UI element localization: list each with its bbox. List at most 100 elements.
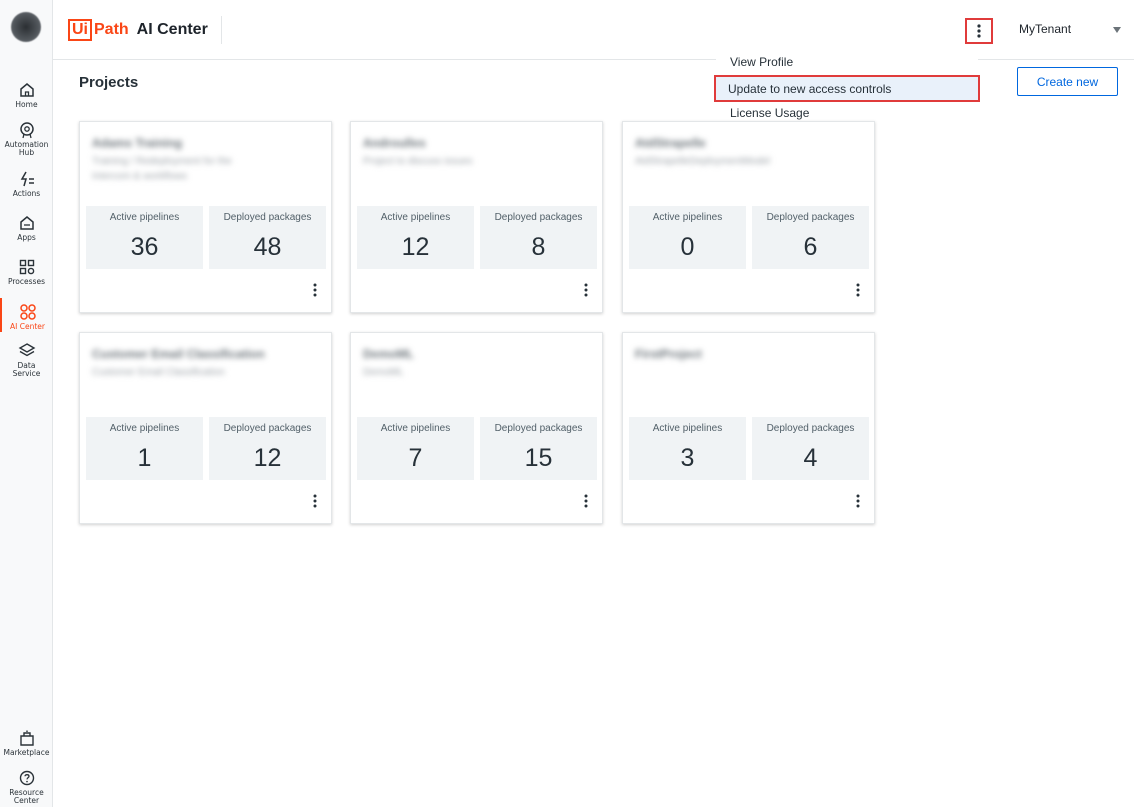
rail-item-home[interactable]: Home [0,81,53,109]
rail-item-actions[interactable]: Actions [0,170,53,198]
org-avatar[interactable] [11,12,41,42]
stat-label: Deployed packages [766,212,855,223]
project-card[interactable]: Adams Training Training / Redeployment f… [79,121,332,313]
more-options-menu: View Profile Update to new access contro… [714,50,980,126]
ai-center-icon [19,304,36,320]
rail-item-marketplace[interactable]: Marketplace [0,729,53,757]
project-description: Training / Redeployment for the Intercom… [92,156,232,182]
active-pipelines-stat: Active pipelines 7 [357,417,474,480]
deployed-packages-stat: Deployed packages 6 [752,206,869,269]
project-card[interactable]: Customer Email Classification Customer E… [79,332,332,524]
help-icon [19,770,34,786]
rail-item-ai-center[interactable]: AI Center [0,298,53,332]
tenant-selector[interactable]: MyTenant [1019,22,1071,36]
rail-label-processes: Processes [8,277,45,286]
card-menu-button[interactable] [578,491,594,511]
rail-label-apps: Apps [17,233,36,242]
active-pipelines-stat: Active pipelines 0 [629,206,746,269]
deployed-packages-stat: Deployed packages 12 [209,417,326,480]
stat-label: Deployed packages [494,423,583,434]
active-pipelines-stat: Active pipelines 12 [357,206,474,269]
rail-label-marketplace: Marketplace [3,748,50,757]
project-description: Project to discuss issues [363,156,473,167]
logo-path: Path [94,21,129,38]
marketplace-icon [19,730,34,746]
project-name: FirstProject [635,347,702,361]
stat-value: 4 [803,444,818,472]
logo-ui: Ui [68,19,92,41]
stat-value: 8 [531,233,546,261]
stat-label: Deployed packages [223,212,312,223]
project-description: Customer Email Classification [92,367,225,378]
card-menu-button[interactable] [307,491,323,511]
rail-label-resource-center: Resource Center [9,788,44,805]
card-menu-button[interactable] [850,280,866,300]
project-card[interactable]: AtdStrapelle AtdStrapelleDeploymentModel… [622,121,875,313]
rail-label-actions: Actions [12,189,41,198]
rail-item-apps[interactable]: Apps [0,214,53,242]
project-description: AtdStrapelleDeploymentModel [635,156,771,167]
stat-label: Active pipelines [380,212,451,223]
rail-label-automation-hub: Automation Hub [4,140,49,157]
stat-value: 12 [253,444,282,472]
project-description: DemoML [363,367,404,378]
left-rail: Home Automation Hub Actions Apps Process… [0,0,53,807]
kebab-icon [856,494,860,508]
kebab-icon [313,494,317,508]
project-name: Androulles [363,136,426,150]
stat-label: Deployed packages [223,423,312,434]
deployed-packages-stat: Deployed packages 15 [480,417,597,480]
card-menu-button[interactable] [307,280,323,300]
deployed-packages-stat: Deployed packages 8 [480,206,597,269]
kebab-icon [584,283,588,297]
stat-value: 6 [803,233,818,261]
product-name: AI Center [136,21,208,38]
actions-icon [20,171,34,187]
stat-label: Deployed packages [494,212,583,223]
stat-value: 7 [408,444,423,472]
stat-label: Deployed packages [766,423,855,434]
project-name: Adams Training [92,136,183,150]
rail-item-resource-center[interactable]: Resource Center [0,769,53,805]
rail-label-ai-center: AI Center [10,322,45,331]
more-options-button[interactable] [965,18,993,44]
menu-item-update-access-controls[interactable]: Update to new access controls [714,75,980,102]
stat-value: 48 [253,233,282,261]
menu-item-view-profile[interactable]: View Profile [716,50,978,74]
active-pipelines-stat: Active pipelines 3 [629,417,746,480]
rail-item-processes[interactable]: Processes [0,258,53,286]
processes-icon [19,259,34,275]
chevron-down-icon[interactable] [1113,27,1121,33]
kebab-icon [977,24,981,38]
card-menu-button[interactable] [850,491,866,511]
stat-label: Active pipelines [652,423,723,434]
deployed-packages-stat: Deployed packages 48 [209,206,326,269]
stat-label: Active pipelines [109,212,180,223]
stat-value: 15 [524,444,553,472]
home-icon [19,83,34,97]
kebab-icon [313,283,317,297]
automation-hub-icon [19,122,34,139]
kebab-icon [584,494,588,508]
project-name: Customer Email Classification [92,347,265,361]
stat-label: Active pipelines [652,212,723,223]
rail-label-data-service: Data Service [12,361,41,378]
header-divider [221,16,222,44]
project-card[interactable]: FirstProject Active pipelines 3 Deployed… [622,332,875,524]
rail-label-home: Home [15,100,38,109]
stat-label: Active pipelines [109,423,180,434]
rail-item-automation-hub[interactable]: Automation Hub [0,121,53,157]
card-menu-button[interactable] [578,280,594,300]
active-pipelines-stat: Active pipelines 1 [86,417,203,480]
project-card[interactable]: Androulles Project to discuss issues Act… [350,121,603,313]
rail-item-data-service[interactable]: Data Service [0,342,53,378]
stat-label: Active pipelines [380,423,451,434]
deployed-packages-stat: Deployed packages 4 [752,417,869,480]
apps-icon [19,216,34,230]
page-title: Projects [79,74,139,91]
uipath-logo[interactable]: Ui Path AI Center [68,18,208,42]
active-pipelines-stat: Active pipelines 36 [86,206,203,269]
kebab-icon [856,283,860,297]
create-new-button[interactable]: Create new [1017,67,1118,96]
project-card[interactable]: DemoML DemoML Active pipelines 7 Deploye… [350,332,603,524]
